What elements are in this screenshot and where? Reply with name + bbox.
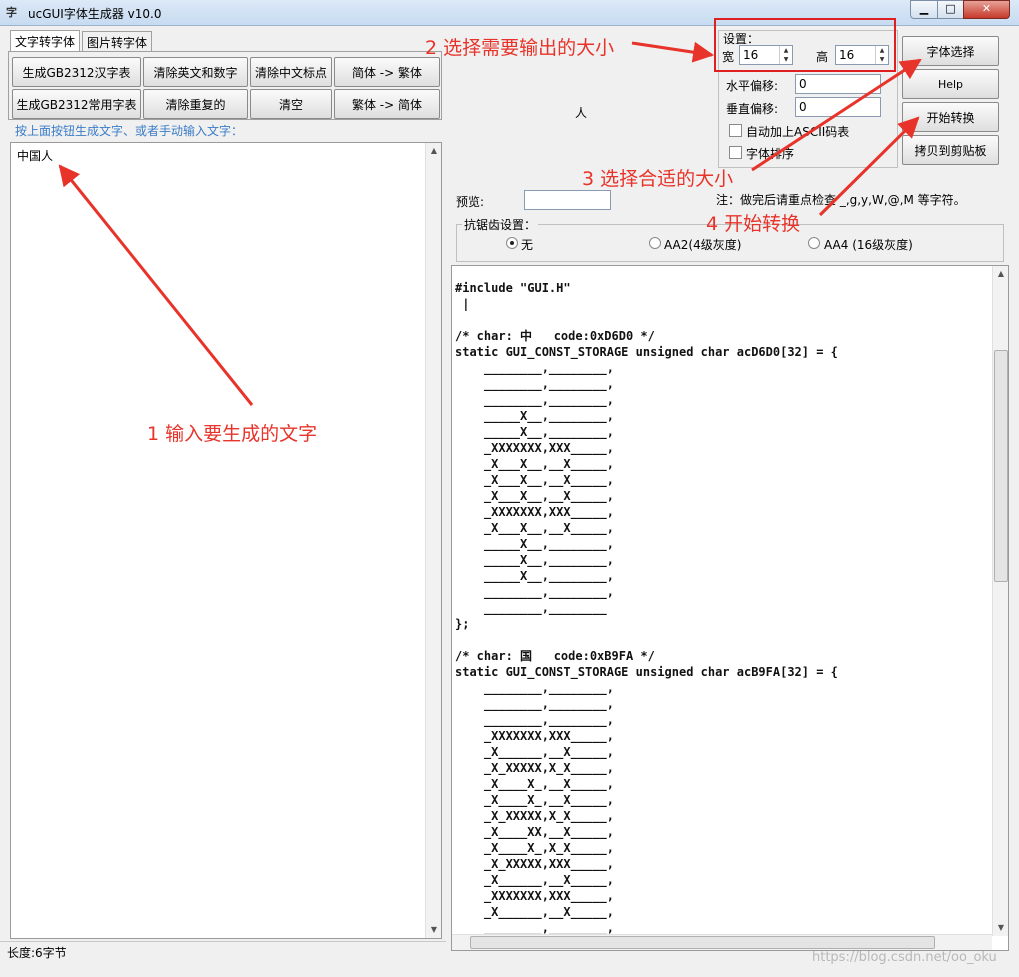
arrow-2-line	[631, 41, 715, 63]
annotation-arrows	[58, 41, 922, 406]
arrow-3-line	[751, 58, 922, 172]
watermark: https://blog.csdn.net/oo_oku	[812, 950, 997, 965]
annotation-step-4: 4 开始转换	[706, 213, 801, 235]
annotation-step-1: 1 输入要生成的文字	[147, 423, 318, 445]
arrow-1-line	[58, 164, 254, 406]
annotation-step-3: 3 选择合适的大小	[582, 168, 734, 190]
annotation-step-2: 2 选择需要输出的大小	[425, 37, 615, 59]
arrow-4-line	[818, 116, 920, 217]
